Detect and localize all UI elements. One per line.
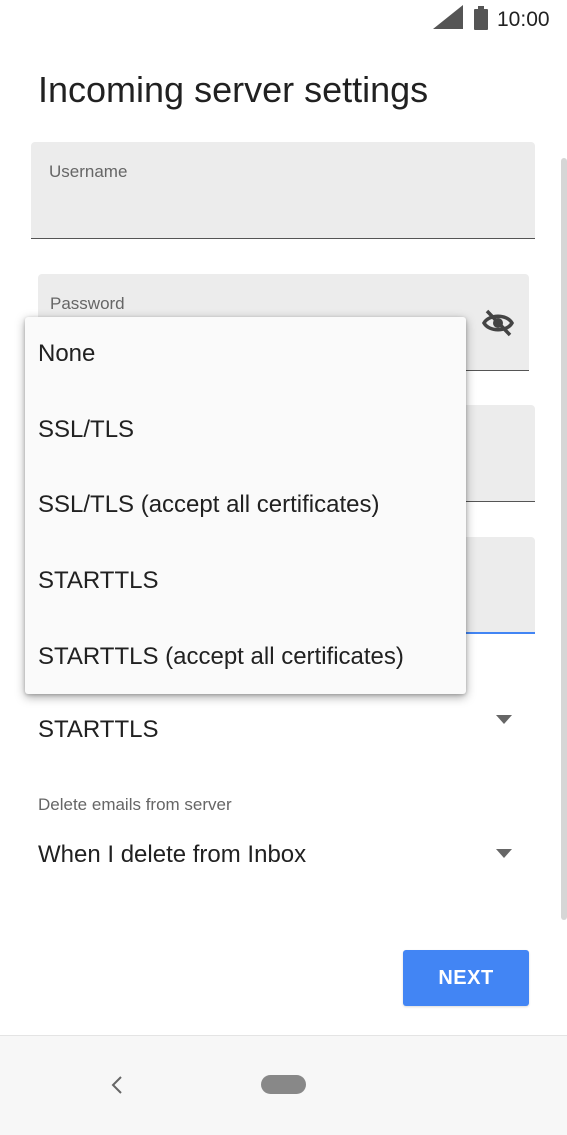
scrollbar[interactable] [561, 158, 567, 920]
home-icon[interactable] [261, 1075, 306, 1094]
menu-option-ssl-tls-accept-all[interactable]: SSL/TLS (accept all certificates) [38, 490, 379, 520]
eye-off-icon[interactable] [481, 308, 515, 338]
delete-emails-select[interactable]: When I delete from Inbox [38, 841, 306, 869]
back-icon[interactable] [108, 1074, 126, 1096]
battery-icon [474, 6, 488, 30]
signal-icon [433, 5, 463, 29]
clock: 10:00 [497, 8, 550, 31]
menu-option-starttls-accept-all[interactable]: STARTTLS (accept all certificates) [38, 642, 404, 672]
username-field[interactable]: Username [31, 142, 535, 239]
next-button[interactable]: NEXT [403, 950, 529, 1006]
menu-option-ssl-tls[interactable]: SSL/TLS [38, 415, 134, 445]
caret-down-icon[interactable] [496, 849, 512, 859]
security-type-select[interactable]: STARTTLS [38, 716, 158, 744]
menu-option-starttls[interactable]: STARTTLS [38, 566, 158, 596]
page-title: Incoming server settings [38, 69, 429, 110]
password-label: Password [50, 294, 125, 313]
menu-option-none[interactable]: None [38, 339, 95, 369]
delete-emails-label: Delete emails from server [38, 795, 232, 814]
navigation-bar [0, 1035, 567, 1135]
status-bar: 10:00 [0, 0, 567, 40]
security-dropdown-menu: None SSL/TLS SSL/TLS (accept all certifi… [25, 317, 466, 694]
caret-down-icon[interactable] [496, 715, 512, 725]
username-label: Username [49, 162, 128, 181]
